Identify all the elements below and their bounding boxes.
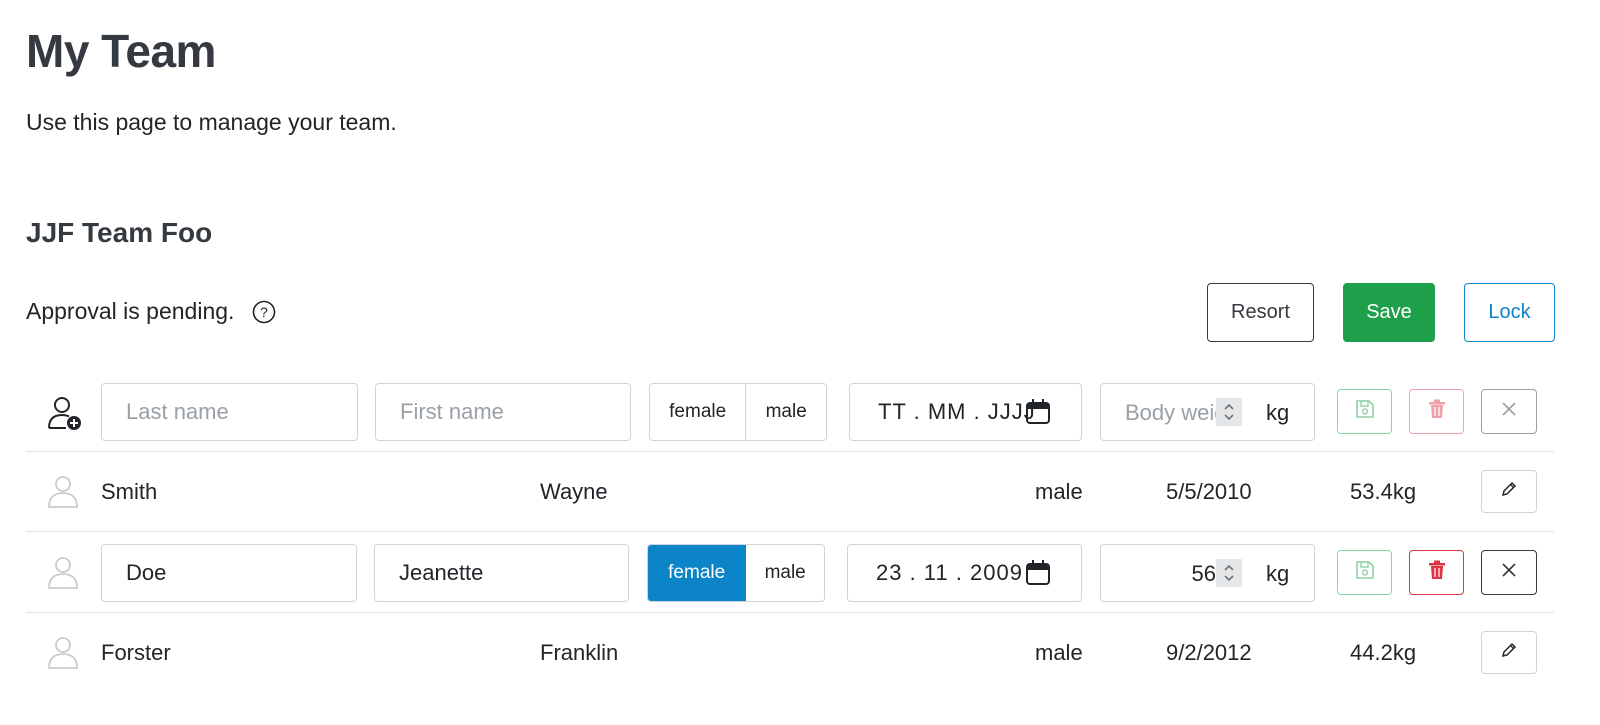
birthdate-input[interactable]: TT . MM . JJJJ: [849, 383, 1082, 441]
body-weight-input[interactable]: Body weight kg: [1100, 383, 1315, 441]
member-weight: 44.2kg: [1350, 640, 1417, 665]
pencil-icon: [1500, 480, 1518, 503]
close-icon: [1501, 401, 1517, 422]
resort-button[interactable]: Resort: [1207, 283, 1314, 342]
weight-spinner-icon[interactable]: [1216, 559, 1242, 587]
birthdate-input[interactable]: 23 . 11 . 2009: [847, 544, 1082, 602]
birthdate-placeholder: TT . MM . JJJJ: [878, 399, 1036, 424]
trash-icon: [1428, 399, 1446, 424]
close-icon: [1501, 562, 1517, 583]
floppy-disk-icon: [1355, 560, 1375, 585]
svg-text:?: ?: [261, 304, 269, 320]
member-gender: male: [1035, 479, 1083, 504]
weight-unit: kg: [1266, 400, 1290, 425]
cancel-row-button[interactable]: [1481, 389, 1537, 434]
weight-unit: kg: [1266, 561, 1290, 586]
person-icon: [46, 635, 80, 671]
row-divider: [26, 451, 1554, 452]
row-divider: [26, 531, 1554, 532]
member-first-name: Wayne: [540, 479, 608, 504]
member-first-name: Franklin: [540, 640, 619, 665]
save-row-button[interactable]: [1337, 389, 1392, 434]
floppy-disk-icon: [1355, 399, 1375, 424]
question-circle-icon[interactable]: ?: [252, 300, 276, 324]
last-name-input[interactable]: Last name: [101, 383, 358, 441]
member-last-name: Forster: [101, 640, 171, 665]
trash-icon: [1428, 560, 1446, 585]
calendar-icon[interactable]: [1025, 398, 1051, 426]
body-weight-input[interactable]: 56 kg: [1100, 544, 1315, 602]
birthdate-value: 23 . 11 . 2009: [876, 560, 1023, 585]
add-person-icon: [46, 394, 84, 432]
cancel-row-button[interactable]: [1481, 550, 1537, 595]
last-name-input[interactable]: Doe: [101, 544, 357, 602]
member-birthdate: 9/2/2012: [1166, 640, 1252, 665]
gender-option-male[interactable]: male: [746, 545, 824, 601]
calendar-icon[interactable]: [1025, 559, 1051, 587]
save-button[interactable]: Save: [1343, 283, 1435, 342]
delete-row-button[interactable]: [1409, 550, 1464, 595]
gender-option-male[interactable]: male: [746, 384, 826, 440]
gender-toggle: female male: [647, 544, 825, 602]
gender-toggle: female male: [649, 383, 827, 441]
gender-option-female[interactable]: female: [648, 545, 747, 601]
page-title: My Team: [26, 25, 216, 77]
delete-row-button[interactable]: [1409, 389, 1464, 434]
row-divider: [26, 612, 1554, 613]
approval-status: Approval is pending. ?: [26, 298, 276, 325]
member-gender: male: [1035, 640, 1083, 665]
body-weight-placeholder: Body weight: [1125, 400, 1219, 425]
page-subtitle: Use this page to manage your team.: [26, 109, 397, 135]
member-birthdate: 5/5/2010: [1166, 479, 1252, 504]
weight-spinner-icon[interactable]: [1216, 398, 1242, 426]
team-name: JJF Team Foo: [26, 217, 213, 248]
first-name-input[interactable]: First name: [375, 383, 631, 441]
person-icon: [46, 555, 80, 591]
body-weight-value: 56: [1191, 561, 1216, 586]
person-icon: [46, 474, 80, 510]
member-last-name: Smith: [101, 479, 158, 504]
first-name-input[interactable]: Jeanette: [374, 544, 629, 602]
member-weight: 53.4kg: [1350, 479, 1417, 504]
gender-option-female[interactable]: female: [650, 384, 747, 440]
edit-member-button[interactable]: [1481, 470, 1537, 513]
save-row-button[interactable]: [1337, 550, 1392, 595]
pencil-icon: [1500, 641, 1518, 664]
approval-status-text: Approval is pending.: [26, 298, 235, 324]
edit-member-button[interactable]: [1481, 631, 1537, 674]
lock-button[interactable]: Lock: [1464, 283, 1555, 342]
